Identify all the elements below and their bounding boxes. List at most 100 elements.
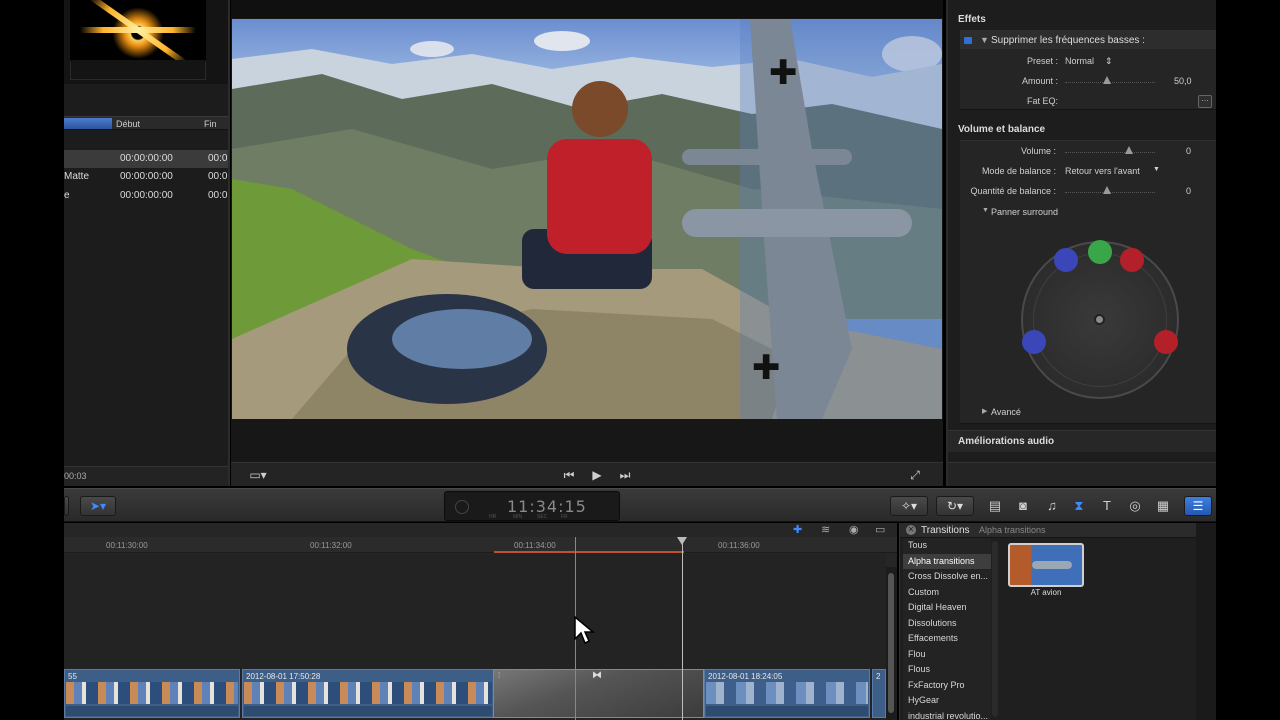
- select-tool-button[interactable]: ➤▾: [80, 496, 116, 516]
- skimmer-line[interactable]: [682, 537, 683, 720]
- timeline-panel: ✚ ≋ ◉ ▭ 00:11:30:00 00:11:32:00 00:11:34…: [64, 523, 897, 720]
- transitions-browser-icon[interactable]: ⧗: [1068, 495, 1090, 517]
- sorted-column-tab[interactable]: [64, 118, 112, 129]
- preset-stepper-icon[interactable]: ⇕: [1105, 56, 1113, 67]
- generators-browser-icon[interactable]: ◎: [1124, 495, 1146, 517]
- hiker-shirt: [547, 139, 652, 254]
- transition-handle-icon[interactable]: ⧓: [592, 670, 602, 681]
- play-icon[interactable]: ▶: [589, 467, 605, 483]
- column-fin[interactable]: Fin: [204, 119, 217, 129]
- clip-title: 2012-08-01 18:24:05: [708, 672, 783, 681]
- category-item[interactable]: Cross Dissolve en...: [903, 569, 991, 585]
- photo-browser-icon[interactable]: ◙: [1012, 495, 1034, 517]
- video-frame[interactable]: ✚ ✚: [232, 19, 942, 419]
- disclosure-triangle-icon[interactable]: ▼: [982, 207, 989, 214]
- category-item[interactable]: Digital Heaven: [903, 600, 991, 616]
- balance-amount-value[interactable]: 0: [1186, 186, 1191, 196]
- category-item[interactable]: industrial revolutio...: [903, 709, 991, 720]
- toolbar-edge-button[interactable]: [64, 496, 69, 516]
- category-item[interactable]: Flou: [903, 647, 991, 663]
- chevron-down-icon[interactable]: ▼: [1153, 166, 1160, 173]
- skip-forward-icon[interactable]: ⏭: [617, 467, 633, 483]
- volume-slider-track[interactable]: [1065, 152, 1155, 153]
- timeline-clip[interactable]: 2012-08-01 18:24:05: [704, 669, 870, 718]
- trim-handle-icon[interactable]: ⁞: [498, 671, 500, 680]
- fat-eq-editor-icon[interactable]: ⋯: [1198, 95, 1212, 108]
- category-item[interactable]: FxFactory Pro: [903, 678, 991, 694]
- balance-amount-label: Quantité de balance :: [970, 186, 1056, 196]
- scrollbar-thumb[interactable]: [888, 573, 894, 713]
- category-item[interactable]: Tous: [903, 538, 991, 554]
- solo-icon[interactable]: ◉: [849, 523, 859, 536]
- filter-name: Supprimer les fréquences basses :: [991, 35, 1145, 46]
- timeline-clip[interactable]: 55: [64, 669, 240, 718]
- enhance-menu-button[interactable]: ✧▾: [890, 496, 928, 516]
- clip-thumbnail[interactable]: [70, 0, 206, 60]
- timeline-tools: ✚ ≋ ◉ ▭: [64, 523, 897, 537]
- list-row[interactable]: e 00:00:00:00 00:0: [64, 187, 228, 205]
- disclosure-triangle-icon[interactable]: ▼: [980, 35, 989, 45]
- preset-select[interactable]: Normal: [1065, 56, 1094, 66]
- balance-mode-select[interactable]: Retour vers l'avant: [1065, 166, 1140, 176]
- amount-value[interactable]: 50,0: [1174, 76, 1192, 86]
- close-icon[interactable]: ✕: [906, 525, 916, 535]
- inspector-footer: [948, 462, 1216, 486]
- timeline-clip[interactable]: 2012-08-01 17:50:28: [242, 669, 494, 718]
- music-browser-icon[interactable]: ♫: [1041, 495, 1063, 517]
- clip-thumbnail-area: [64, 0, 228, 84]
- transition-clip[interactable]: ⧓ ⁞: [493, 669, 704, 718]
- panner-puck[interactable]: [1094, 314, 1105, 325]
- category-scrollbar[interactable]: [992, 541, 998, 717]
- thumbnail-frame: [70, 62, 206, 80]
- themes-browser-icon[interactable]: ▦: [1152, 495, 1174, 517]
- backpack-panel: [392, 309, 532, 369]
- duration-readout: 00:03: [64, 471, 87, 481]
- hiker-head: [572, 81, 628, 137]
- ruler-label: 00:11:36:00: [718, 541, 760, 550]
- ruler-label: 00:11:32:00: [310, 541, 352, 550]
- retime-menu-button[interactable]: ↻▾: [936, 496, 974, 516]
- inspector-toggle-button[interactable]: ☰: [1184, 496, 1212, 516]
- snapping-icon[interactable]: ✚: [793, 523, 802, 536]
- list-row[interactable]: Matte 00:00:00:00 00:0: [64, 168, 228, 186]
- timeline-scrollbar[interactable]: [886, 567, 897, 720]
- advanced-label[interactable]: Avancé: [991, 407, 1021, 417]
- timecode-display[interactable]: 11:34:15 HR MIN SEC FR: [444, 491, 620, 521]
- volume-value[interactable]: 0: [1186, 146, 1191, 156]
- volume-slider-knob[interactable]: [1125, 146, 1133, 154]
- list-row[interactable]: 00:00:00:00 00:0: [64, 150, 228, 168]
- category-item-selected[interactable]: Alpha transitions: [903, 553, 991, 569]
- clip-title: 55: [68, 672, 77, 681]
- category-item[interactable]: Dissolutions: [903, 616, 991, 632]
- timeline-clip[interactable]: 2: [872, 669, 886, 718]
- audio-enhancements-bar[interactable]: Améliorations audio: [948, 430, 1216, 452]
- transitions-category-list: Tous Alpha transitions Cross Dissolve en…: [903, 538, 991, 720]
- category-item[interactable]: Custom: [903, 585, 991, 601]
- clip-appearance-icon[interactable]: ▭: [875, 523, 885, 536]
- transition-thumbnail[interactable]: [1008, 543, 1084, 587]
- cloud: [410, 41, 454, 57]
- titles-browser-icon[interactable]: T: [1096, 495, 1118, 517]
- cross-marking: ✚: [769, 53, 798, 93]
- speaker-left-surround: [1022, 330, 1046, 354]
- timeline-ruler[interactable]: 00:11:30:00 00:11:32:00 00:11:34:00 00:1…: [64, 537, 897, 553]
- disclosure-triangle-icon[interactable]: ▶: [982, 407, 987, 415]
- row-name: Matte: [64, 171, 90, 182]
- transition-thumbnail-label: AT avion: [1030, 588, 1062, 597]
- timecode-unit: FR: [561, 514, 568, 520]
- ruler-label: 00:11:34:00: [514, 541, 556, 550]
- category-item[interactable]: Effacements: [903, 631, 991, 647]
- fullscreen-icon[interactable]: ⤢: [905, 467, 925, 483]
- enable-checkbox[interactable]: [964, 37, 972, 44]
- amount-slider-knob[interactable]: [1103, 76, 1111, 84]
- category-item[interactable]: Flous: [903, 662, 991, 678]
- column-debut[interactable]: Début: [116, 119, 140, 129]
- category-item[interactable]: HyGear: [903, 693, 991, 709]
- preset-label: Preset :: [1026, 56, 1058, 66]
- media-browser-icon[interactable]: ▤: [984, 495, 1006, 517]
- balance-slider-knob[interactable]: [1103, 186, 1111, 194]
- skip-back-icon[interactable]: ⏮: [561, 467, 577, 483]
- row-name: e: [64, 190, 70, 201]
- view-options-icon[interactable]: ▭▾: [243, 467, 273, 483]
- audio-skimming-icon[interactable]: ≋: [821, 523, 830, 536]
